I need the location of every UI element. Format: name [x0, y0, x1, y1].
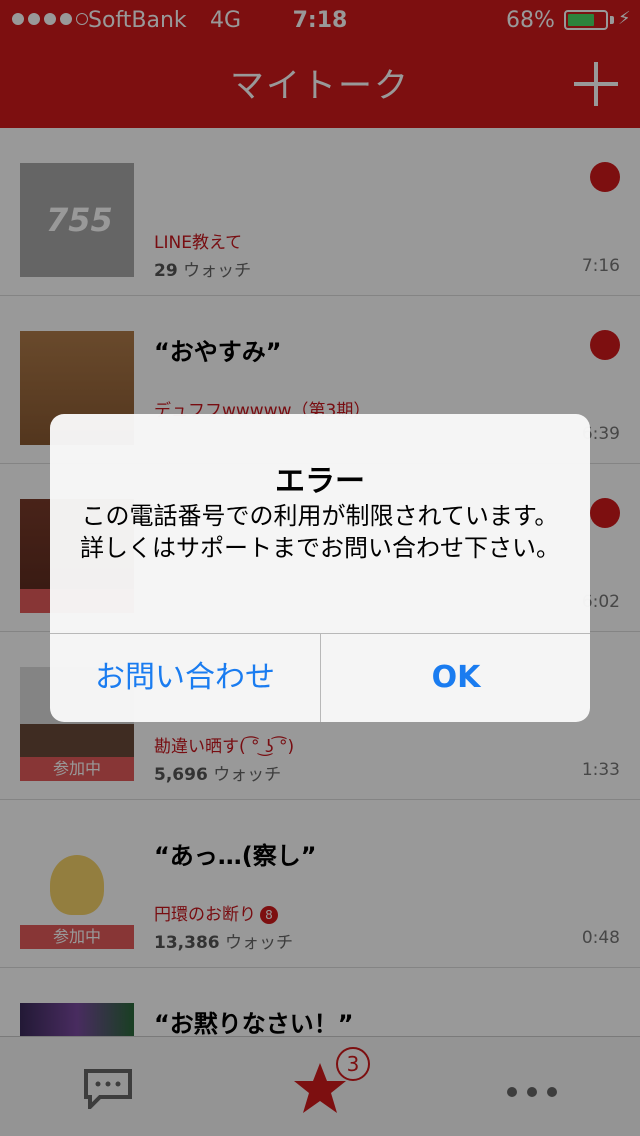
contact-button[interactable]: お問い合わせ [50, 634, 320, 722]
alert-title: エラー [275, 464, 365, 499]
error-alert: エラー この電話番号での利用が制限されています。詳しくはサポートまでお問い合わせ… [50, 414, 590, 722]
ok-button[interactable]: OK [321, 634, 590, 722]
alert-message: この電話番号での利用が制限されています。詳しくはサポートまでお問い合わせ下さい。 [80, 502, 560, 562]
